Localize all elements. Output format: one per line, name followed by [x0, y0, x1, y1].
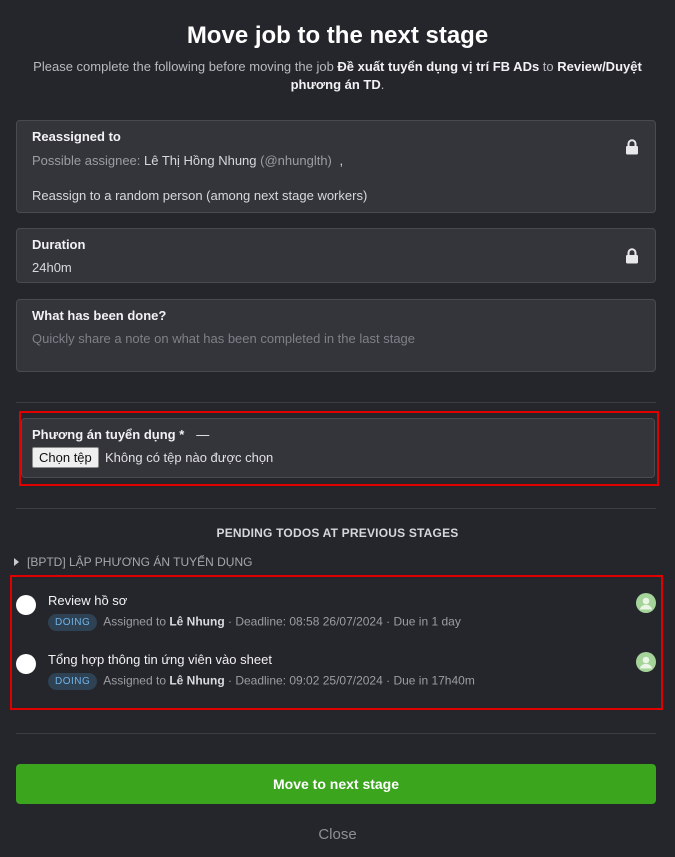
close-button[interactable]: Close [0, 826, 675, 843]
todo-title[interactable]: Review hồ sơ [48, 593, 127, 608]
subtitle-to: to [539, 59, 558, 74]
modal-title: Move job to the next stage [186, 22, 489, 49]
assigned-prefix: Assigned to [103, 673, 170, 688]
attachment-label-text: Phương án tuyển dụng * [32, 427, 185, 442]
done-note-input[interactable]: Quickly share a note on what has been co… [32, 331, 415, 346]
avatar[interactable] [636, 593, 656, 613]
attachment-card: Phương án tuyển dụng * — Chọn tệp Không c… [21, 418, 655, 478]
todo-group-toggle[interactable]: [BPTD] LẬP PHƯƠNG ÁN TUYỂN DỤNG [14, 555, 252, 569]
lock-icon [626, 248, 638, 264]
assignee-separator: , [339, 153, 344, 168]
todo-checkbox[interactable] [16, 654, 36, 674]
move-stage-modal: Move job to the next stage Please comple… [0, 0, 675, 857]
modal-subtitle: Please complete the following before mov… [20, 58, 655, 94]
job-name: Đề xuất tuyển dụng vị trí FB ADs [337, 59, 540, 74]
reassigned-label: Reassigned to [32, 129, 121, 144]
assignee-name[interactable]: Lê Thị Hồng Nhung [144, 153, 257, 168]
duration-label: Duration [32, 237, 86, 252]
status-badge: DOING [48, 614, 98, 631]
todo-group-label: [BPTD] LẬP PHƯƠNG ÁN TUYỂN DỤNG [27, 555, 253, 569]
done-note-card[interactable]: What has been done? Quickly share a note… [16, 299, 656, 372]
divider [16, 733, 656, 734]
duration-card: Duration 24h0m [16, 228, 656, 283]
lock-icon [626, 139, 638, 155]
subtitle-suffix: . [380, 77, 385, 92]
reassigned-card: Reassigned to Possible assignee: Lê Thị … [16, 120, 656, 213]
divider [16, 508, 656, 509]
todo-deadline: · Deadline: 09:02 25/07/2024 · Due in 17… [224, 673, 475, 688]
subtitle-prefix: Please complete the following before mov… [33, 59, 338, 74]
todo-deadline: · Deadline: 08:58 26/07/2024 · Due in 1 … [224, 614, 461, 629]
assignee-handle: (@nhunglth) [260, 153, 332, 168]
move-to-next-stage-button[interactable]: Move to next stage [16, 764, 656, 804]
todo-meta: DOING Assigned to Lê Nhung · Deadline: 08… [48, 614, 461, 631]
done-note-label: What has been done? [32, 308, 167, 323]
todo-item: Tổng hợp thông tin ứng viên vào sheet DO… [16, 650, 656, 700]
todo-checkbox[interactable] [16, 595, 36, 615]
todo-item: Review hồ sơ DOING Assigned to Lê Nhung ·… [16, 591, 656, 641]
user-icon [639, 597, 653, 610]
user-icon [639, 656, 653, 669]
todo-assignee: Lê Nhung [169, 673, 225, 688]
attachment-dash: — [196, 427, 210, 442]
status-badge: DOING [48, 673, 98, 690]
pending-todos-title: PENDING TODOS AT PREVIOUS STAGES [216, 526, 459, 540]
possible-assignee-prefix: Possible assignee: [32, 153, 145, 168]
duration-value: 24h0m [32, 260, 72, 275]
avatar[interactable] [636, 652, 656, 672]
todo-meta: DOING Assigned to Lê Nhung · Deadline: 09… [48, 673, 475, 690]
divider [16, 402, 656, 403]
file-status: Không có tệp nào được chọn [105, 450, 274, 465]
attachment-label: Phương án tuyển dụng * — [32, 427, 209, 442]
random-reassign-option[interactable]: Reassign to a random person (among next … [32, 188, 367, 203]
caret-right-icon [14, 558, 19, 566]
assigned-prefix: Assigned to [103, 614, 170, 629]
todo-assignee: Lê Nhung [169, 614, 225, 629]
todo-title[interactable]: Tổng hợp thông tin ứng viên vào sheet [48, 652, 272, 667]
possible-assignee-row: Possible assignee: Lê Thị Hồng Nhung (@n… [32, 153, 343, 168]
choose-file-button[interactable]: Chọn tệp [32, 447, 99, 468]
